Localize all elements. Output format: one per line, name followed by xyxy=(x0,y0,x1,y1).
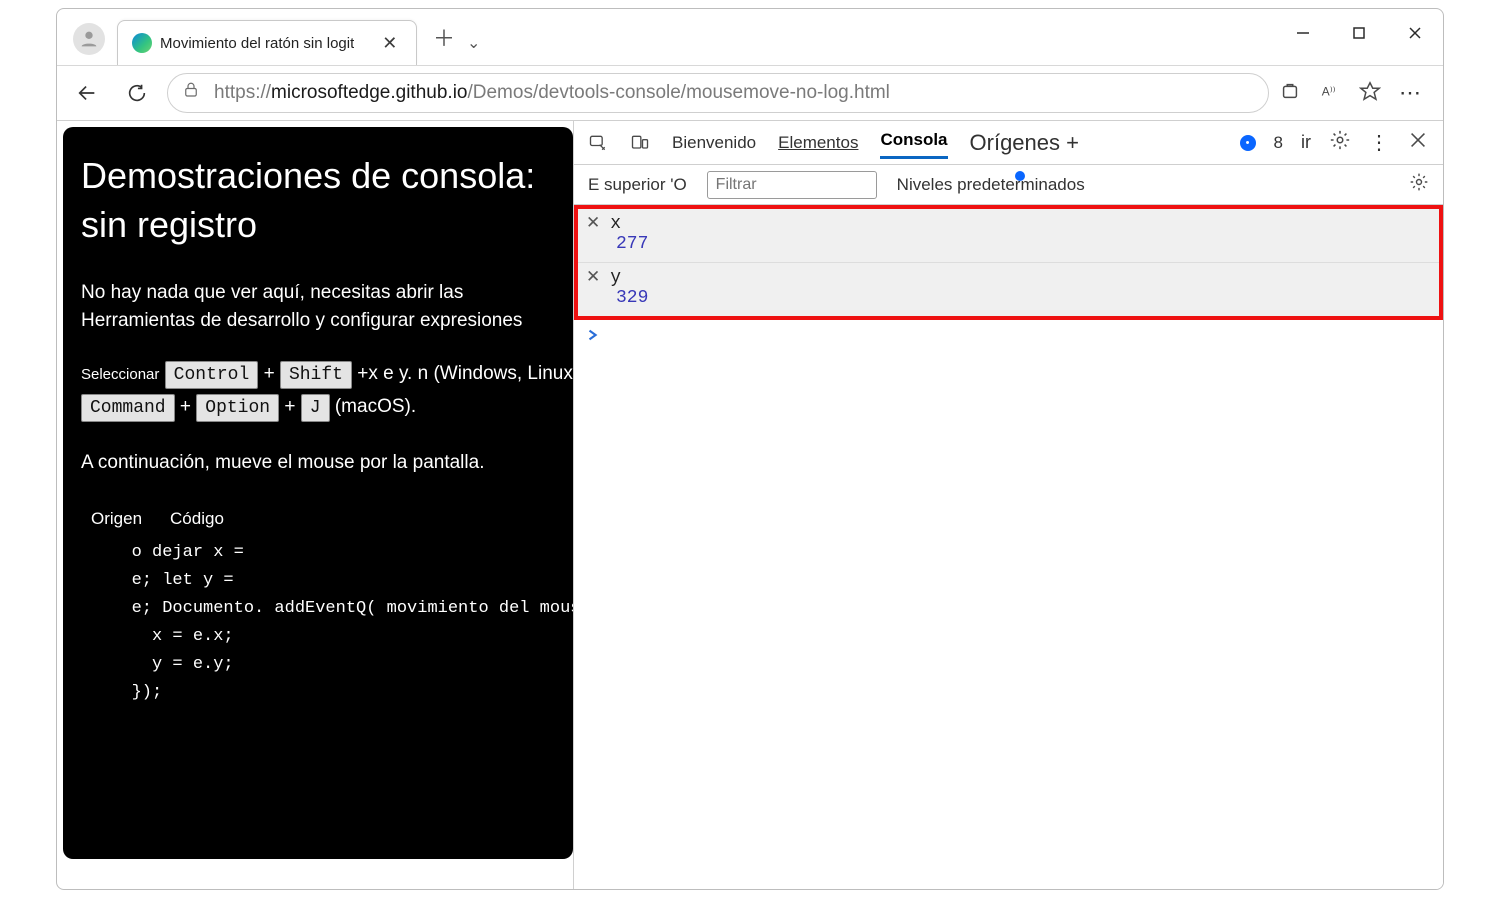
tab-console[interactable]: Consola xyxy=(880,126,947,159)
devtools-tabs: Bienvenido Elementos Consola Orígenes + … xyxy=(574,121,1443,165)
device-toggle-icon[interactable] xyxy=(630,133,650,153)
inspect-element-icon[interactable] xyxy=(588,133,608,153)
profile-avatar[interactable] xyxy=(73,23,105,55)
window-maximize-button[interactable] xyxy=(1331,9,1387,57)
titlebar: Movimiento del ratón sin logit ✕ ＋ ⌄ xyxy=(57,9,1443,65)
browser-window: Movimiento del ratón sin logit ✕ ＋ ⌄ htt… xyxy=(56,8,1444,890)
tab-elements[interactable]: Elementos xyxy=(778,129,858,157)
page-content: Demostraciones de consola: sin registro … xyxy=(63,127,573,859)
console-settings-icon[interactable] xyxy=(1409,172,1429,197)
svg-text:A⁾⁾: A⁾⁾ xyxy=(1322,84,1336,98)
key-j: J xyxy=(301,394,330,422)
favorite-icon[interactable] xyxy=(1359,80,1381,107)
tab-welcome[interactable]: Bienvenido xyxy=(672,129,756,157)
omnibox[interactable]: https://microsoftedge.github.io/Demos/de… xyxy=(167,73,1269,113)
remove-expression-icon[interactable]: ✕ xyxy=(586,267,600,286)
shortcut-macos: Command + Option + J (macOS). xyxy=(81,391,573,423)
more-vert-icon[interactable]: ⋮ xyxy=(1369,130,1389,155)
app-icon[interactable] xyxy=(1279,80,1301,107)
more-menu-button[interactable]: ⋯ xyxy=(1399,80,1423,106)
code-tab-origen[interactable]: Origen xyxy=(91,509,142,529)
live-expression-value: 277 xyxy=(586,234,1431,254)
window-minimize-button[interactable] xyxy=(1275,9,1331,57)
ir-label[interactable]: ir xyxy=(1301,132,1311,153)
window-close-button[interactable] xyxy=(1387,9,1443,57)
console-prompt[interactable] xyxy=(574,320,1443,355)
intro-text: No hay nada que ver aquí, necesitas abri… xyxy=(81,279,573,334)
key-control: Control xyxy=(165,361,259,389)
key-command: Command xyxy=(81,394,175,422)
toolbar-right: A⁾⁾ ⋯ xyxy=(1279,80,1433,107)
filter-input[interactable] xyxy=(707,171,877,199)
key-option: Option xyxy=(196,394,279,422)
tab-sources[interactable]: Orígenes + xyxy=(970,130,1079,156)
address-bar: https://microsoftedge.github.io/Demos/de… xyxy=(57,65,1443,121)
tab-menu-button[interactable]: ⌄ xyxy=(467,33,480,53)
new-tab-button[interactable]: ＋ xyxy=(433,21,455,53)
console-filter-bar: E superior 'O Niveles predeterminados xyxy=(574,165,1443,205)
log-levels-selector[interactable]: Niveles predeterminados xyxy=(897,175,1085,195)
content-split: Demostraciones de consola: sin registro … xyxy=(57,121,1443,889)
issues-count: 8 xyxy=(1274,133,1283,153)
code-tab-codigo[interactable]: Código xyxy=(170,509,224,529)
devtools-panel: Bienvenido Elementos Consola Orígenes + … xyxy=(573,121,1443,889)
tab-title: Movimiento del ratón sin logit xyxy=(160,35,354,52)
read-aloud-icon[interactable]: A⁾⁾ xyxy=(1319,80,1341,107)
live-expression-value: 329 xyxy=(586,288,1431,308)
page-title: Demostraciones de consola: sin registro xyxy=(81,152,573,249)
reload-button[interactable] xyxy=(117,73,157,113)
browser-tab[interactable]: Movimiento del ratón sin logit ✕ xyxy=(117,20,417,65)
code-body: o dejar x = e; let y = e; Documento. add… xyxy=(91,539,563,707)
levels-dot-icon xyxy=(1015,171,1025,181)
code-card: Origen Código o dejar x = e; let y = e; … xyxy=(81,501,573,725)
live-expressions-box: ✕x 277 ✕y 329 xyxy=(574,205,1443,320)
settings-gear-icon[interactable] xyxy=(1329,129,1351,156)
context-selector[interactable]: E superior 'O xyxy=(588,175,687,195)
devtools-close-icon[interactable] xyxy=(1407,129,1429,156)
window-controls xyxy=(1275,9,1443,57)
shortcut-windows: Seleccionar Control + Shift +x e y. n (W… xyxy=(81,358,573,391)
lock-icon xyxy=(182,81,200,105)
issues-badge-icon[interactable]: • xyxy=(1240,135,1256,151)
instruction-text: A continuación, mueve el mouse por la pa… xyxy=(81,449,573,477)
edge-favicon xyxy=(132,33,152,53)
remove-expression-icon[interactable]: ✕ xyxy=(586,213,600,232)
url-text: https://microsoftedge.github.io/Demos/de… xyxy=(214,82,890,104)
key-shift: Shift xyxy=(280,361,352,389)
live-expression-row[interactable]: ✕x 277 xyxy=(578,209,1439,263)
back-button[interactable] xyxy=(67,73,107,113)
live-expression-row[interactable]: ✕y 329 xyxy=(578,263,1439,316)
tab-close-icon[interactable]: ✕ xyxy=(382,33,397,54)
